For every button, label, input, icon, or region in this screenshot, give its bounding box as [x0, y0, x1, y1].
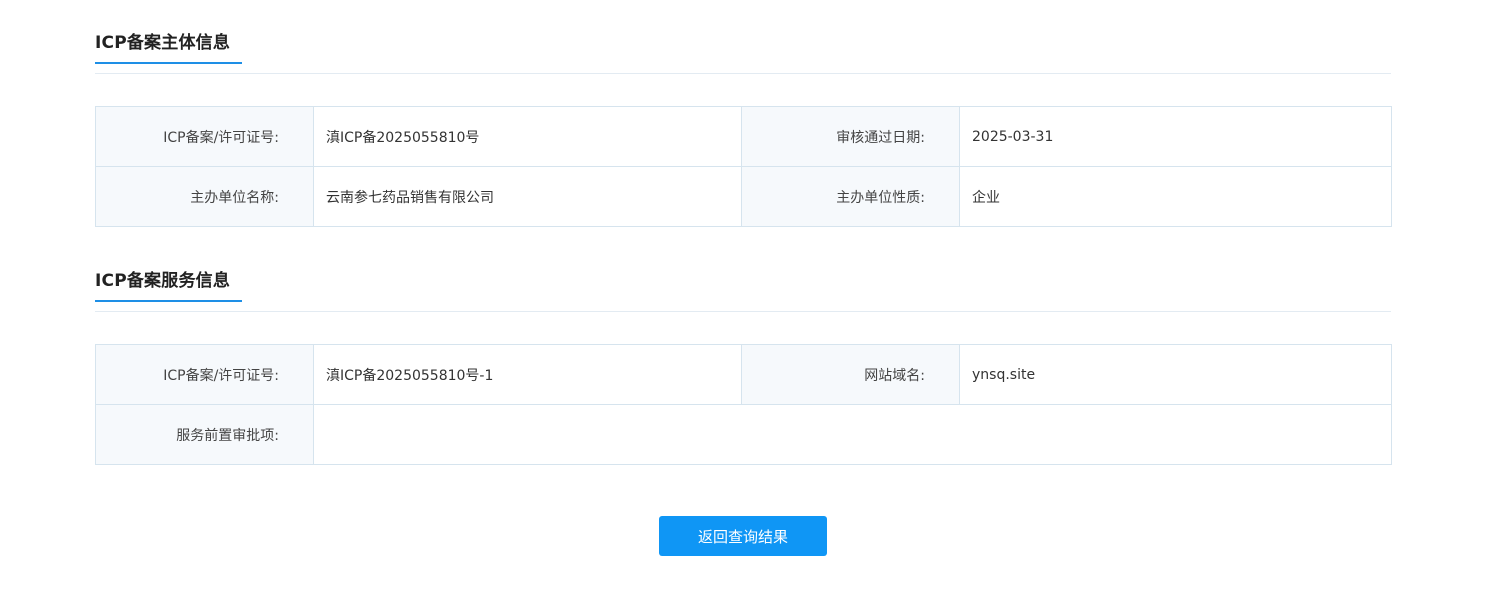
subject-info-table: ICP备案/许可证号: 滇ICP备2025055810号 审核通过日期: 202…: [95, 106, 1392, 227]
service-title-underline: [95, 300, 242, 302]
service-section-divider: [95, 311, 1391, 312]
subject-section-divider: [95, 73, 1391, 74]
service-license-value: 滇ICP备2025055810号-1: [313, 344, 742, 405]
service-info-table: ICP备案/许可证号: 滇ICP备2025055810号-1 网站域名: yns…: [95, 344, 1392, 465]
license-number-value: 滇ICP备2025055810号: [313, 106, 742, 167]
service-license-label: ICP备案/许可证号:: [95, 344, 314, 405]
organizer-type-label: 主办单位性质:: [741, 166, 960, 227]
table-row: ICP备案/许可证号: 滇ICP备2025055810号 审核通过日期: 202…: [95, 106, 1392, 167]
subject-section-title: ICP备案主体信息: [95, 33, 231, 53]
table-row: ICP备案/许可证号: 滇ICP备2025055810号-1 网站域名: yns…: [95, 344, 1392, 405]
organizer-name-value: 云南参七药品销售有限公司: [313, 166, 742, 227]
service-section-title: ICP备案服务信息: [95, 271, 231, 291]
subject-title-underline: [95, 62, 242, 64]
website-domain-label: 网站域名:: [741, 344, 960, 405]
approval-date-value: 2025-03-31: [959, 106, 1392, 167]
table-row: 服务前置审批项:: [95, 404, 1392, 465]
organizer-type-value: 企业: [959, 166, 1392, 227]
organizer-name-label: 主办单位名称:: [95, 166, 314, 227]
approval-date-label: 审核通过日期:: [741, 106, 960, 167]
license-number-label: ICP备案/许可证号:: [95, 106, 314, 167]
preapproval-items-value: [313, 404, 1392, 465]
return-to-results-button[interactable]: 返回查询结果: [659, 516, 827, 556]
preapproval-items-label: 服务前置审批项:: [95, 404, 314, 465]
website-domain-value: ynsq.site: [959, 344, 1392, 405]
table-row: 主办单位名称: 云南参七药品销售有限公司 主办单位性质: 企业: [95, 166, 1392, 227]
